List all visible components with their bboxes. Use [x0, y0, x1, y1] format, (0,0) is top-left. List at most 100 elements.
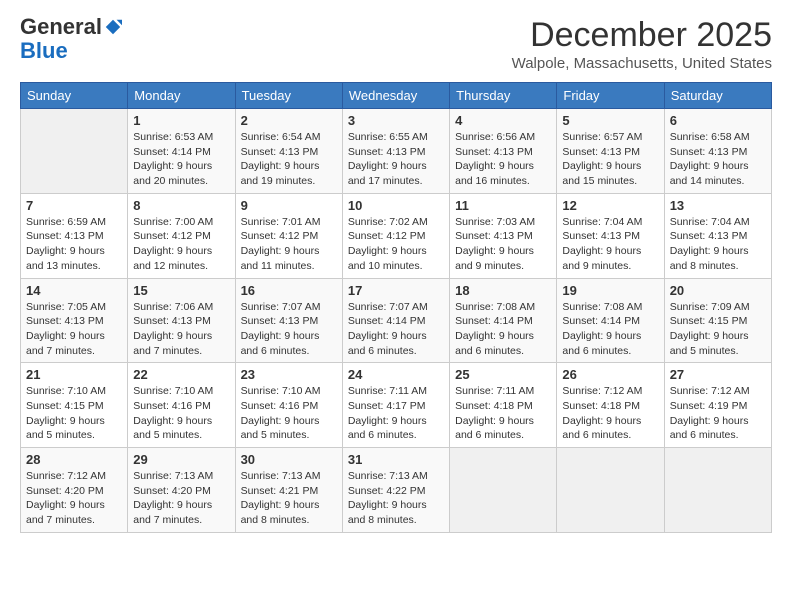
- calendar-cell: 15Sunrise: 7:06 AM Sunset: 4:13 PM Dayli…: [128, 278, 235, 363]
- calendar-cell: 13 Sunrise: 7:04 AM Sunset: 4:13 PM Dayli…: [664, 193, 771, 278]
- calendar-cell: 30 Sunrise: 7:13 AM Sunset: 4:21 PM Dayli…: [235, 448, 342, 533]
- day-number: 16: [241, 283, 337, 298]
- calendar-week-2: 7 Sunrise: 6:59 AM Sunset: 4:13 PM Daylig…: [21, 193, 772, 278]
- day-number: 27: [670, 367, 766, 382]
- logo-icon: [104, 18, 122, 36]
- calendar-cell: 3 Sunrise: 6:55 AM Sunset: 4:13 PM Daylig…: [342, 109, 449, 194]
- day-number: 19: [562, 283, 658, 298]
- month-title: December 2025: [512, 16, 772, 55]
- calendar-week-1: 1 Sunrise: 6:53 AM Sunset: 4:14 PM Daylig…: [21, 109, 772, 194]
- calendar-cell: 11 Sunrise: 7:03 AM Sunset: 4:13 PM Dayli…: [450, 193, 557, 278]
- calendar-cell: 17Sunrise: 7:07 AM Sunset: 4:14 PM Dayli…: [342, 278, 449, 363]
- calendar-cell: 26Sunrise: 7:12 AM Sunset: 4:18 PM Dayli…: [557, 363, 664, 448]
- day-info: Sunrise: 7:13 AM Sunset: 4:22 PM Dayligh…: [348, 469, 444, 528]
- day-number: 7: [26, 198, 122, 213]
- day-number: 13: [670, 198, 766, 213]
- day-info: Sunrise: 7:11 AM Sunset: 4:17 PM Dayligh…: [348, 384, 444, 443]
- calendar-cell: 28 Sunrise: 7:12 AM Sunset: 4:20 PM Dayli…: [21, 448, 128, 533]
- calendar-cell: 21 Sunrise: 7:10 AM Sunset: 4:15 PM Dayli…: [21, 363, 128, 448]
- logo-general-text: General: [20, 16, 102, 38]
- day-info: Sunrise: 7:10 AM Sunset: 4:16 PM Dayligh…: [241, 384, 337, 443]
- day-info: Sunrise: 6:53 AM Sunset: 4:14 PM Dayligh…: [133, 130, 229, 189]
- calendar-week-3: 14Sunrise: 7:05 AM Sunset: 4:13 PM Dayli…: [21, 278, 772, 363]
- day-number: 31: [348, 452, 444, 467]
- day-info: Sunrise: 7:08 AM Sunset: 4:14 PM Dayligh…: [562, 300, 658, 359]
- calendar-cell: 19 Sunrise: 7:08 AM Sunset: 4:14 PM Dayli…: [557, 278, 664, 363]
- calendar-cell: 4Sunrise: 6:56 AM Sunset: 4:13 PM Daylig…: [450, 109, 557, 194]
- day-info: Sunrise: 7:13 AM Sunset: 4:21 PM Dayligh…: [241, 469, 337, 528]
- day-info: Sunrise: 6:57 AM Sunset: 4:13 PM Dayligh…: [562, 130, 658, 189]
- day-number: 12: [562, 198, 658, 213]
- title-block: December 2025 Walpole, Massachusetts, Un…: [512, 16, 772, 72]
- calendar-cell: [557, 448, 664, 533]
- calendar-cell: 20Sunrise: 7:09 AM Sunset: 4:15 PM Dayli…: [664, 278, 771, 363]
- day-number: 28: [26, 452, 122, 467]
- calendar-header-row: SundayMondayTuesdayWednesdayThursdayFrid…: [21, 83, 772, 109]
- day-info: Sunrise: 7:06 AM Sunset: 4:13 PM Dayligh…: [133, 300, 229, 359]
- calendar-cell: 23 Sunrise: 7:10 AM Sunset: 4:16 PM Dayli…: [235, 363, 342, 448]
- day-info: Sunrise: 7:00 AM Sunset: 4:12 PM Dayligh…: [133, 215, 229, 274]
- header: General Blue December 2025 Walpole, Mass…: [20, 16, 772, 72]
- calendar-cell: 24 Sunrise: 7:11 AM Sunset: 4:17 PM Dayli…: [342, 363, 449, 448]
- day-number: 6: [670, 113, 766, 128]
- day-number: 3: [348, 113, 444, 128]
- day-number: 21: [26, 367, 122, 382]
- calendar-cell: [450, 448, 557, 533]
- day-number: 24: [348, 367, 444, 382]
- calendar-cell: 14Sunrise: 7:05 AM Sunset: 4:13 PM Dayli…: [21, 278, 128, 363]
- day-number: 11: [455, 198, 551, 213]
- day-info: Sunrise: 6:58 AM Sunset: 4:13 PM Dayligh…: [670, 130, 766, 189]
- day-header-wednesday: Wednesday: [342, 83, 449, 109]
- day-number: 2: [241, 113, 337, 128]
- calendar-cell: 31 Sunrise: 7:13 AM Sunset: 4:22 PM Dayli…: [342, 448, 449, 533]
- day-header-monday: Monday: [128, 83, 235, 109]
- calendar-cell: 25 Sunrise: 7:11 AM Sunset: 4:18 PM Dayli…: [450, 363, 557, 448]
- calendar-cell: [664, 448, 771, 533]
- calendar-cell: 16Sunrise: 7:07 AM Sunset: 4:13 PM Dayli…: [235, 278, 342, 363]
- calendar-cell: 27 Sunrise: 7:12 AM Sunset: 4:19 PM Dayli…: [664, 363, 771, 448]
- day-info: Sunrise: 7:02 AM Sunset: 4:12 PM Dayligh…: [348, 215, 444, 274]
- calendar-cell: 10 Sunrise: 7:02 AM Sunset: 4:12 PM Dayli…: [342, 193, 449, 278]
- logo: General Blue: [20, 16, 122, 64]
- calendar-week-4: 21 Sunrise: 7:10 AM Sunset: 4:15 PM Dayli…: [21, 363, 772, 448]
- day-number: 8: [133, 198, 229, 213]
- calendar-week-5: 28 Sunrise: 7:12 AM Sunset: 4:20 PM Dayli…: [21, 448, 772, 533]
- day-info: Sunrise: 7:11 AM Sunset: 4:18 PM Dayligh…: [455, 384, 551, 443]
- location: Walpole, Massachusetts, United States: [512, 55, 772, 72]
- calendar-cell: 22Sunrise: 7:10 AM Sunset: 4:16 PM Dayli…: [128, 363, 235, 448]
- day-info: Sunrise: 7:12 AM Sunset: 4:19 PM Dayligh…: [670, 384, 766, 443]
- day-number: 30: [241, 452, 337, 467]
- calendar-cell: 18Sunrise: 7:08 AM Sunset: 4:14 PM Dayli…: [450, 278, 557, 363]
- day-info: Sunrise: 6:59 AM Sunset: 4:13 PM Dayligh…: [26, 215, 122, 274]
- page: General Blue December 2025 Walpole, Mass…: [0, 0, 792, 612]
- calendar-cell: 6 Sunrise: 6:58 AM Sunset: 4:13 PM Daylig…: [664, 109, 771, 194]
- day-info: Sunrise: 7:12 AM Sunset: 4:20 PM Dayligh…: [26, 469, 122, 528]
- day-number: 20: [670, 283, 766, 298]
- day-number: 29: [133, 452, 229, 467]
- day-number: 17: [348, 283, 444, 298]
- day-info: Sunrise: 6:54 AM Sunset: 4:13 PM Dayligh…: [241, 130, 337, 189]
- day-header-saturday: Saturday: [664, 83, 771, 109]
- day-header-thursday: Thursday: [450, 83, 557, 109]
- calendar-cell: 9Sunrise: 7:01 AM Sunset: 4:12 PM Daylig…: [235, 193, 342, 278]
- day-info: Sunrise: 7:10 AM Sunset: 4:15 PM Dayligh…: [26, 384, 122, 443]
- day-number: 14: [26, 283, 122, 298]
- calendar-cell: 1 Sunrise: 6:53 AM Sunset: 4:14 PM Daylig…: [128, 109, 235, 194]
- day-info: Sunrise: 6:55 AM Sunset: 4:13 PM Dayligh…: [348, 130, 444, 189]
- day-number: 1: [133, 113, 229, 128]
- day-info: Sunrise: 7:13 AM Sunset: 4:20 PM Dayligh…: [133, 469, 229, 528]
- day-info: Sunrise: 7:10 AM Sunset: 4:16 PM Dayligh…: [133, 384, 229, 443]
- calendar-cell: 29 Sunrise: 7:13 AM Sunset: 4:20 PM Dayli…: [128, 448, 235, 533]
- day-number: 5: [562, 113, 658, 128]
- day-number: 25: [455, 367, 551, 382]
- day-number: 26: [562, 367, 658, 382]
- day-number: 23: [241, 367, 337, 382]
- day-header-sunday: Sunday: [21, 83, 128, 109]
- day-number: 18: [455, 283, 551, 298]
- logo-blue-text: Blue: [20, 38, 68, 63]
- day-info: Sunrise: 7:03 AM Sunset: 4:13 PM Dayligh…: [455, 215, 551, 274]
- day-info: Sunrise: 7:04 AM Sunset: 4:13 PM Dayligh…: [670, 215, 766, 274]
- day-number: 9: [241, 198, 337, 213]
- day-number: 10: [348, 198, 444, 213]
- day-header-friday: Friday: [557, 83, 664, 109]
